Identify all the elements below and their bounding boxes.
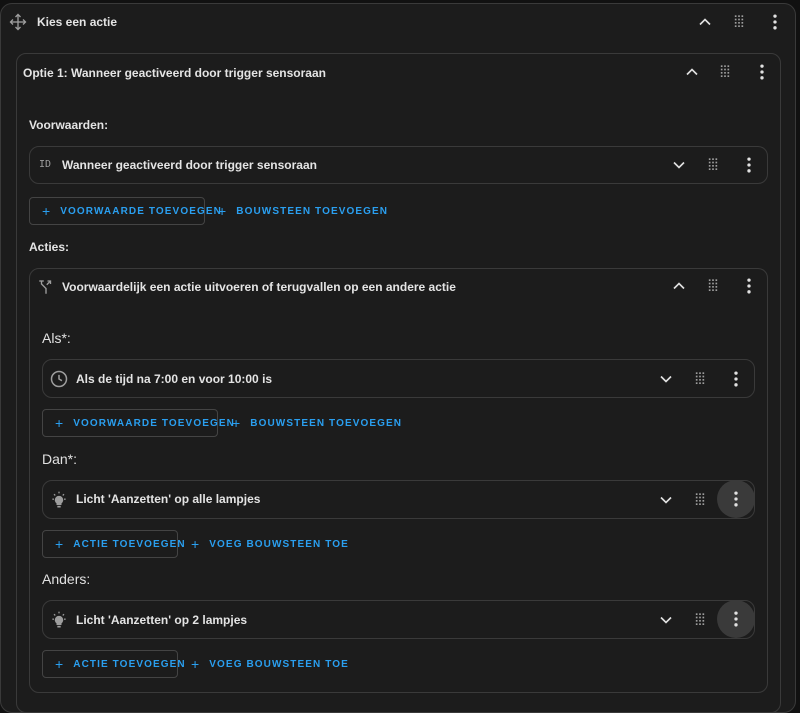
drag-handle-icon[interactable] — [701, 274, 725, 298]
lightbulb-icon — [47, 488, 71, 512]
plus-icon: + — [218, 203, 228, 219]
chevron-down-icon[interactable] — [667, 153, 691, 177]
more-vert-icon[interactable] — [737, 274, 761, 298]
if-condition-title: Als de tijd na 7:00 en voor 10:00 is — [76, 372, 273, 386]
drag-handle-icon[interactable] — [688, 608, 712, 632]
else-label: Anders: — [42, 571, 91, 587]
condition-item-title: Wanneer geactiveerd door trigger sensora… — [62, 158, 317, 172]
else-action-title: Licht 'Aanzetten' op 2 lampjes — [76, 613, 248, 627]
more-vert-icon — [726, 489, 746, 509]
chevron-down-icon[interactable] — [654, 367, 678, 391]
actions-label: Acties: — [29, 240, 70, 254]
id-icon: ID — [39, 159, 52, 170]
conditions-label: Voorwaarden: — [29, 118, 109, 132]
chevron-down-icon[interactable] — [654, 488, 678, 512]
plus-icon: + — [55, 656, 65, 672]
option-title: Optie 1: Wanneer geactiveerd door trigge… — [23, 66, 326, 80]
more-vert-icon — [726, 609, 746, 629]
plus-icon: + — [232, 415, 242, 431]
drag-handle-icon[interactable] — [727, 10, 751, 34]
lightbulb-icon — [47, 608, 71, 632]
more-vert-button[interactable] — [717, 480, 755, 518]
if-label: Als*: — [42, 330, 71, 346]
add-block-button[interactable]: + VOEG BOUWSTEEN TOE — [187, 650, 353, 678]
more-vert-icon[interactable] — [724, 367, 748, 391]
plus-icon: + — [55, 415, 65, 431]
drag-handle-icon[interactable] — [713, 60, 737, 84]
add-action-button[interactable]: + ACTIE TOEVOEGEN — [42, 650, 185, 678]
more-vert-icon[interactable] — [737, 153, 761, 177]
clock-icon — [47, 367, 71, 391]
chevron-up-icon[interactable] — [693, 10, 717, 34]
chevron-up-icon[interactable] — [667, 274, 691, 298]
more-vert-icon[interactable] — [763, 10, 787, 34]
plus-icon: + — [191, 536, 201, 552]
plus-icon: + — [191, 656, 201, 672]
chevron-down-icon[interactable] — [654, 608, 678, 632]
add-block-button[interactable]: + BOUWSTEEN TOEVOEGEN — [228, 409, 406, 437]
add-block-button[interactable]: + BOUWSTEEN TOEVOEGEN — [214, 197, 392, 225]
plus-icon: + — [55, 536, 65, 552]
more-vert-icon[interactable] — [750, 60, 774, 84]
add-condition-button[interactable]: + VOORWAARDE TOEVOEGEN — [42, 409, 234, 437]
choose-action-title: Voorwaardelijk een actie uitvoeren of te… — [62, 280, 456, 294]
then-action-title: Licht 'Aanzetten' op alle lampjes — [76, 492, 261, 506]
drag-handle-icon[interactable] — [688, 367, 712, 391]
more-vert-button[interactable] — [717, 600, 755, 638]
add-block-button[interactable]: + VOEG BOUWSTEEN TOE — [187, 530, 353, 558]
drag-handle-icon[interactable] — [701, 153, 725, 177]
move-icon[interactable] — [6, 10, 30, 34]
plus-icon: + — [42, 203, 52, 219]
action-title: Kies een actie — [37, 15, 118, 29]
split-arrows-icon — [34, 275, 58, 299]
add-condition-button[interactable]: + VOORWAARDE TOEVOEGEN — [29, 197, 221, 225]
drag-handle-icon[interactable] — [688, 488, 712, 512]
then-label: Dan*: — [42, 451, 78, 467]
chevron-up-icon[interactable] — [680, 60, 704, 84]
add-action-button[interactable]: + ACTIE TOEVOEGEN — [42, 530, 185, 558]
